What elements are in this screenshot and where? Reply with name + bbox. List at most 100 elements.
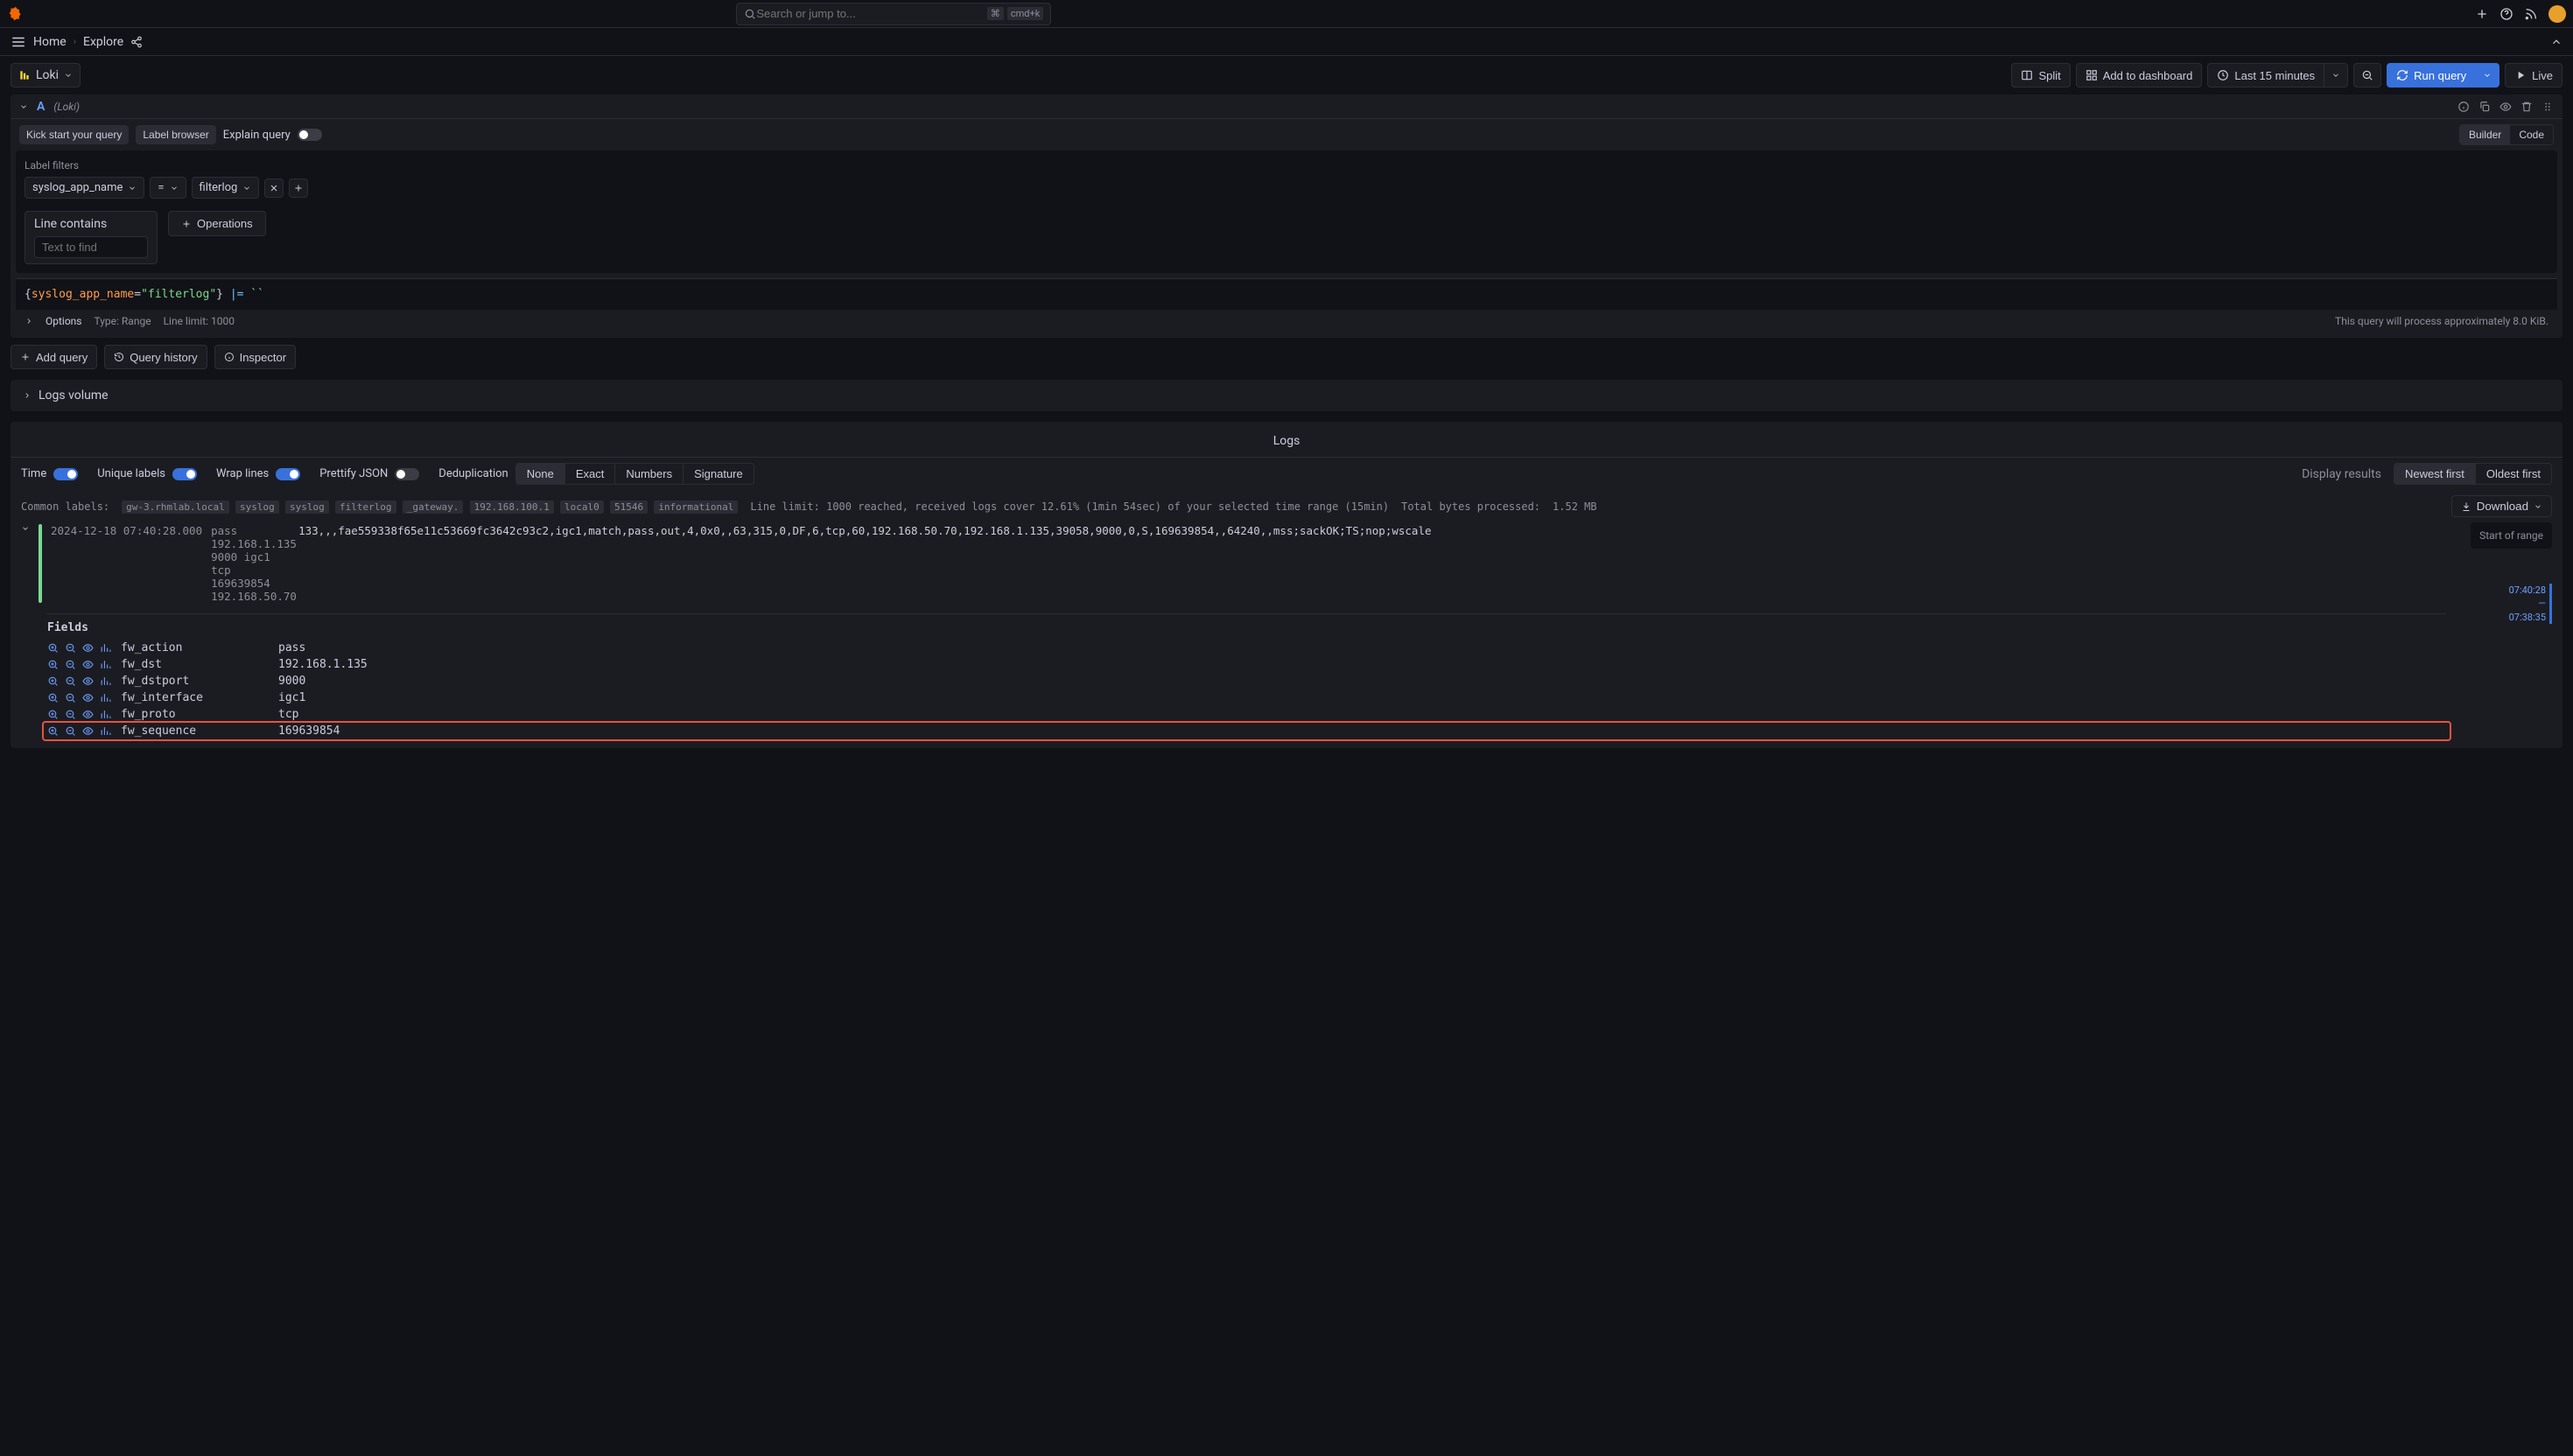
log-level-bar: [39, 524, 42, 603]
field-key: fw_proto: [121, 708, 270, 721]
eye-icon[interactable]: [2499, 101, 2512, 113]
eye-icon[interactable]: [82, 642, 95, 654]
stats-icon[interactable]: [100, 676, 112, 688]
copy-icon[interactable]: [2478, 101, 2491, 113]
dedup-signature[interactable]: Signature: [684, 464, 754, 484]
prettify-json-toggle[interactable]: [395, 468, 419, 480]
common-label-tag: _gateway.: [403, 500, 464, 514]
chevron-down-icon[interactable]: [19, 102, 28, 111]
line-contains-block: Line contains: [25, 211, 158, 264]
eye-icon[interactable]: [82, 709, 95, 721]
grafana-logo[interactable]: [7, 5, 25, 23]
filter-out-icon[interactable]: [65, 725, 77, 738]
download-icon: [2461, 501, 2471, 512]
add-to-dashboard-button[interactable]: Add to dashboard: [2076, 63, 2203, 88]
search-input[interactable]: [756, 7, 984, 20]
filter-out-icon[interactable]: [65, 709, 77, 721]
sync-icon: [2396, 69, 2408, 81]
news-icon[interactable]: [2524, 7, 2538, 21]
filter-key-select[interactable]: syslog_app_name: [25, 177, 144, 199]
range-indicator: Start of range: [2471, 522, 2552, 549]
log-timestamp: 2024-12-18 07:40:28.000: [51, 524, 202, 603]
chevron-right-icon[interactable]: [25, 317, 33, 326]
newest-first-button[interactable]: Newest first: [2394, 464, 2476, 484]
run-query-dropdown[interactable]: [2476, 63, 2499, 88]
dedup-numbers[interactable]: Numbers: [615, 464, 684, 484]
filter-for-icon[interactable]: [47, 692, 60, 704]
query-letter: A: [37, 100, 45, 114]
help-icon[interactable]: [2499, 7, 2513, 21]
zoom-out-button[interactable]: [2353, 63, 2381, 88]
label-browser-button[interactable]: Label browser: [136, 125, 215, 144]
filter-value-select[interactable]: filterlog: [192, 177, 260, 199]
eye-icon[interactable]: [82, 725, 95, 738]
filter-for-icon[interactable]: [47, 642, 60, 654]
split-button[interactable]: Split: [2011, 63, 2070, 88]
dedup-exact[interactable]: Exact: [565, 464, 616, 484]
chevron-down-icon[interactable]: [21, 524, 30, 533]
trash-icon[interactable]: [2520, 101, 2533, 113]
info-icon[interactable]: [2457, 101, 2470, 113]
filter-for-icon[interactable]: [47, 725, 60, 738]
options-label[interactable]: Options: [46, 315, 82, 327]
inspector-button[interactable]: Inspector: [214, 345, 296, 369]
chevron-right-icon: ›: [74, 36, 76, 47]
field-value: 192.168.1.135: [278, 658, 368, 671]
eye-icon[interactable]: [82, 676, 95, 688]
stats-icon[interactable]: [100, 692, 112, 704]
eye-icon[interactable]: [82, 659, 95, 671]
filter-out-icon[interactable]: [65, 642, 77, 654]
code-mode-button[interactable]: Code: [2510, 125, 2553, 144]
stats-icon[interactable]: [100, 709, 112, 721]
query-history-button[interactable]: Query history: [104, 345, 207, 369]
live-button[interactable]: Live: [2505, 63, 2562, 88]
line-contains-input[interactable]: [34, 236, 148, 258]
add-query-button[interactable]: Add query: [11, 345, 97, 369]
common-label-tag: syslog: [235, 500, 279, 514]
filter-out-icon[interactable]: [65, 676, 77, 688]
unique-labels-toggle[interactable]: [172, 468, 197, 480]
share-icon[interactable]: [130, 36, 143, 48]
filter-out-icon[interactable]: [65, 692, 77, 704]
filter-for-icon[interactable]: [47, 676, 60, 688]
time-range-dropdown[interactable]: [2324, 63, 2348, 88]
field-row: fw_actionpass: [47, 640, 2446, 656]
loki-icon: [18, 69, 31, 81]
logs-volume-panel[interactable]: Logs volume: [11, 380, 2562, 411]
datasource-picker[interactable]: Loki: [11, 63, 81, 88]
filter-for-icon[interactable]: [47, 709, 60, 721]
stats-icon[interactable]: [100, 725, 112, 738]
time-toggle[interactable]: [53, 468, 78, 480]
line-contains-label: Line contains: [34, 217, 107, 231]
add-filter-button[interactable]: [289, 178, 308, 198]
stats-icon[interactable]: [100, 642, 112, 654]
clock-icon: [2217, 69, 2229, 81]
field-value: 169639854: [278, 724, 340, 738]
oldest-first-button[interactable]: Oldest first: [2476, 464, 2551, 484]
eye-icon[interactable]: [82, 692, 95, 704]
operations-button[interactable]: Operations: [168, 211, 266, 236]
download-button[interactable]: Download: [2451, 495, 2552, 517]
explain-query-toggle[interactable]: [298, 129, 322, 141]
wrap-lines-toggle[interactable]: [276, 468, 300, 480]
breadcrumb-explore[interactable]: Explore: [83, 35, 123, 49]
filter-out-icon[interactable]: [65, 659, 77, 671]
chevron-down-icon: [64, 71, 73, 80]
builder-mode-button[interactable]: Builder: [2460, 125, 2510, 144]
time-range-picker[interactable]: Last 15 minutes: [2207, 63, 2324, 88]
menu-icon[interactable]: [11, 34, 26, 50]
breadcrumb-home[interactable]: Home: [33, 35, 67, 49]
add-menu[interactable]: [2475, 7, 2489, 21]
drag-icon[interactable]: [2541, 101, 2554, 113]
stats-icon[interactable]: [100, 659, 112, 671]
remove-filter-button[interactable]: [264, 178, 284, 198]
field-key: fw_interface: [121, 691, 270, 704]
global-search[interactable]: ⌘ cmd+k: [736, 3, 1051, 25]
user-avatar[interactable]: [2548, 5, 2566, 23]
collapse-icon[interactable]: [2550, 36, 2562, 48]
filter-op-select[interactable]: =: [150, 177, 186, 199]
run-query-button[interactable]: Run query: [2387, 63, 2476, 88]
dedup-none[interactable]: None: [516, 464, 565, 484]
kick-start-button[interactable]: Kick start your query: [19, 125, 129, 144]
filter-for-icon[interactable]: [47, 659, 60, 671]
